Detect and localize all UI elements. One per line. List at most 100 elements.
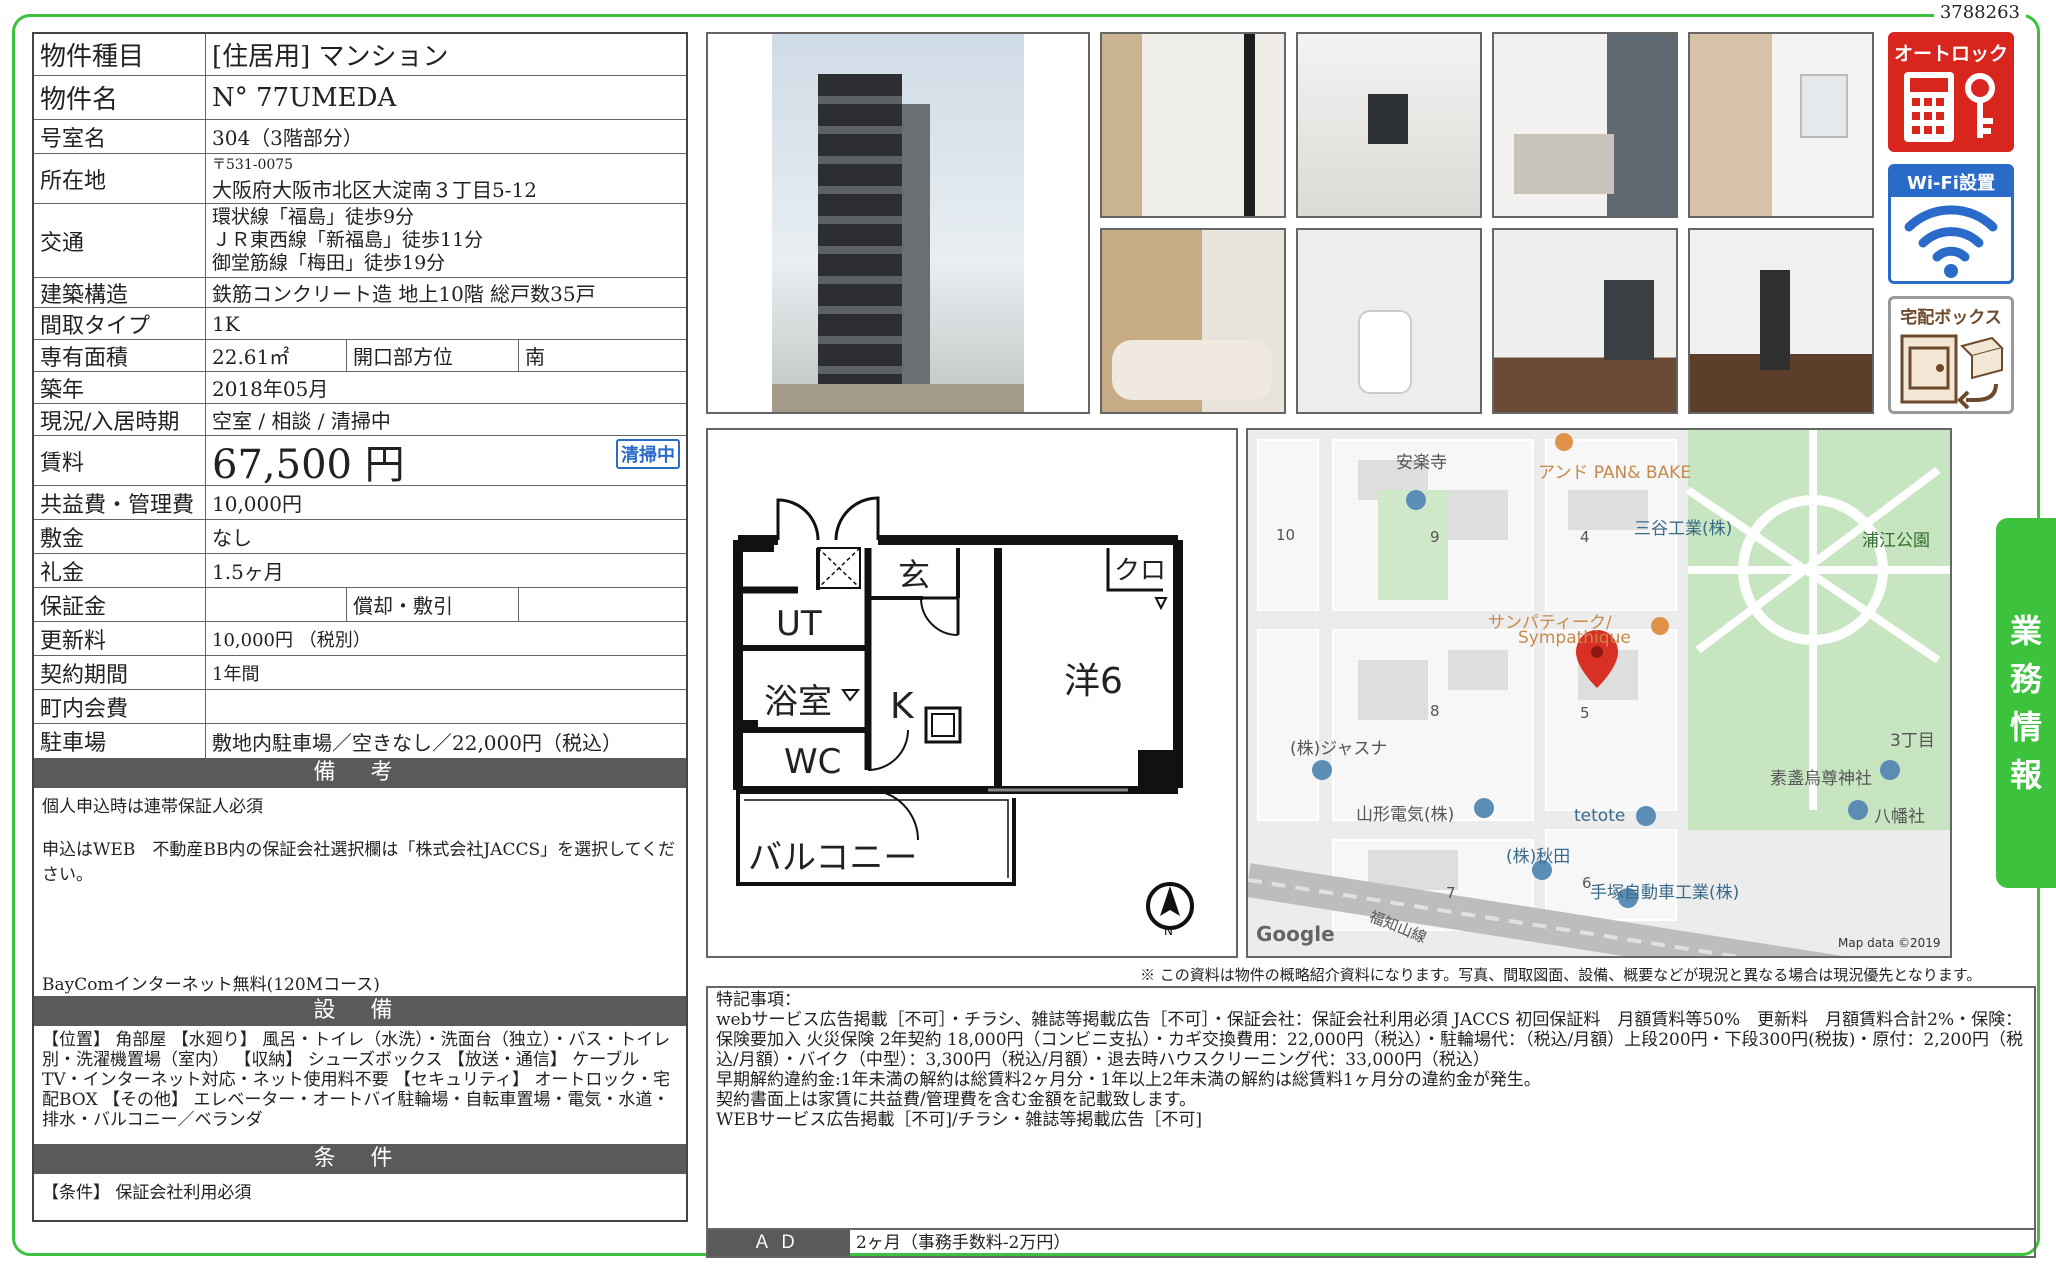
building-photo (706, 32, 1090, 414)
block-number: 5 (1580, 704, 1590, 722)
delivery-box-icon (1900, 334, 2004, 410)
parking-label: 駐車場 (34, 724, 206, 758)
room-wc: WC (784, 742, 842, 782)
wifi-icon (1904, 205, 1998, 278)
renewal-label: 更新料 (34, 622, 206, 655)
room-ut: UT (776, 604, 822, 644)
address-value: 大阪府大阪市北区大淀南３丁目5-12 (212, 178, 537, 202)
amort-value (518, 588, 686, 621)
room-photo-1 (1296, 32, 1482, 218)
map-label-3chome: 3丁目 (1890, 731, 1935, 751)
special-line: webサービス広告掲載［不可］・チラシ、雑誌等掲載広告［不可］・保証会社：保証会… (716, 1010, 2024, 1070)
town-fee-value (206, 690, 686, 723)
block-number: 7 (1446, 884, 1456, 902)
business-info-tab[interactable]: 業 務 情 報 (1996, 518, 2056, 888)
room-genkan: 玄 (898, 556, 931, 594)
block-number: 8 (1430, 702, 1440, 720)
tab-char: 情 (2009, 708, 2042, 746)
deposit-value: なし (212, 526, 252, 550)
status-label: 現況/入居時期 (34, 404, 206, 435)
map-label-mitani: 三谷工業(株) (1634, 519, 1733, 539)
washroom-photo (1688, 32, 1874, 218)
room-closet: クロ (1114, 556, 1167, 586)
address-label: 所在地 (34, 154, 206, 203)
map-label-pan: アンド PAN& BAKE (1538, 463, 1692, 483)
built-label: 築年 (34, 372, 206, 403)
remark-line: BayComインターネット無料(120Mコース) (42, 975, 380, 995)
access-line: 御堂筋線「梅田」徒歩19分 (212, 252, 446, 274)
map-label-hachiman: 八幡社 (1874, 807, 1925, 827)
google-logo: Google (1256, 922, 1335, 946)
conditions-header: 条 件 (34, 1144, 686, 1174)
name-label: 物件名 (34, 76, 206, 119)
name-value: N° 77UMEDA (212, 82, 397, 113)
special-line: 早期解約違約金:1年未満の解約は総賃料2ヶ月分・1年以上2年未満の解約は総賃料1… (716, 1070, 1541, 1090)
type-label: 物件種目 (34, 34, 206, 75)
layout-value: 1K (212, 311, 240, 336)
access-line: 環状線「福島」徒歩9分 (212, 206, 415, 228)
room-photo-3 (1688, 228, 1874, 414)
facing-label: 開口部方位 (346, 340, 518, 371)
amort-label: 償却・敷引 (346, 588, 518, 621)
block-number: 9 (1430, 528, 1440, 546)
room-bath: 浴室 (764, 682, 832, 722)
key-money-value: 1.5ヶ月 (212, 560, 284, 584)
map-label-tetote: tetote (1574, 806, 1626, 826)
room-photo-2 (1492, 228, 1678, 414)
area-label: 専有面積 (34, 340, 206, 371)
fee-label: 共益費・管理費 (34, 486, 206, 519)
block-number: 4 (1580, 528, 1590, 546)
type-value: [住居用] マンション (212, 42, 449, 72)
north-arrow-icon: N (1146, 882, 1194, 938)
special-notes: 特記事項： webサービス広告掲載［不可］・チラシ、雑誌等掲載広告［不可］・保証… (706, 986, 2036, 1230)
postal-code: 〒531-0075 (212, 157, 294, 173)
room-balcony: バルコニー (748, 838, 918, 878)
room-western: 洋6 (1064, 661, 1123, 702)
access-label: 交通 (34, 204, 206, 277)
special-line: 契約書面上は家賃に共益費/管理費を含む金額を記載致します。 (716, 1090, 1197, 1110)
guarantee-value (206, 588, 346, 621)
rent-cell: 67,500 円 清掃中 (206, 436, 686, 488)
ad-row: ＡＤ 2ヶ月（事務手数料-2万円） (706, 1228, 2036, 1258)
remarks-body: 個人申込時は連帯保証人必須 申込はWEB 不動産BB内の保証会社選択欄は「株式会… (34, 788, 686, 996)
map-label-anrakuji: 安楽寺 (1396, 453, 1447, 473)
ad-value: 2ヶ月（事務手数料-2万円） (856, 1233, 1071, 1253)
term-label: 契約期間 (34, 656, 206, 689)
remarks-header: 備 考 (34, 758, 686, 788)
location-map[interactable]: 安楽寺 アンド PAN& BAKE 三谷工業(株) 浦江公園 サンパティーク/ … (1246, 428, 1952, 958)
map-label-tezuka: 手塚自動車工業(株) (1590, 883, 1740, 903)
svg-text:N: N (1164, 924, 1173, 938)
equipment-text: 【位置】 角部屋 【水廻り】 風呂・トイレ（水洗）・洗面台（独立）・バス・トイレ… (42, 1030, 671, 1130)
spec-table: 物件種目 [住居用] マンション 物件名 N° 77UMEDA 号室名 304（… (32, 32, 688, 1222)
term-value: 1年間 (212, 663, 260, 685)
block-number: 10 (1276, 526, 1296, 544)
block-number: 6 (1582, 874, 1592, 892)
map-label-urae: 浦江公園 (1862, 531, 1930, 551)
map-label-akita: (株)秋田 (1506, 847, 1571, 867)
autolock-label: オートロック (1893, 43, 2008, 65)
remark-line: 個人申込時は連帯保証人必須 (42, 797, 263, 817)
special-line: WEBサービス広告掲載［不可]/チラシ・雑誌等掲載広告［不可] (716, 1110, 1203, 1130)
entrance-photo (1100, 32, 1286, 218)
bath-photo (1100, 228, 1286, 414)
toilet-photo (1296, 228, 1482, 414)
key-money-label: 礼金 (34, 554, 206, 587)
status-value: 空室 / 相談 / 清掃中 (212, 409, 391, 433)
tab-char: 務 (2009, 660, 2042, 698)
room-value: 304（3階部分） (212, 126, 363, 150)
special-title: 特記事項： (716, 990, 801, 1010)
map-label-sympa-en: Sympathique (1518, 628, 1631, 648)
kitchen-photo (1492, 32, 1678, 218)
renewal-value: 10,000円 （税別） (212, 629, 371, 651)
cleaning-badge: 清掃中 (616, 439, 680, 469)
map-label-sugawara: 素盞烏尊神社 (1770, 769, 1872, 789)
fee-value: 10,000円 (212, 492, 302, 516)
guarantee-label: 保証金 (34, 588, 206, 621)
structure-label: 建築構造 (34, 278, 206, 308)
tab-char: 業 (2009, 612, 2042, 650)
wifi-badge: Wi-Fi設置 (1888, 164, 2014, 284)
conditions-text: 【条件】 保証会社利用必須 (42, 1183, 252, 1203)
built-value: 2018年05月 (212, 377, 329, 401)
layout-label: 間取タイプ (34, 308, 206, 339)
delivery-label: 宅配ボックス (1900, 308, 2002, 328)
